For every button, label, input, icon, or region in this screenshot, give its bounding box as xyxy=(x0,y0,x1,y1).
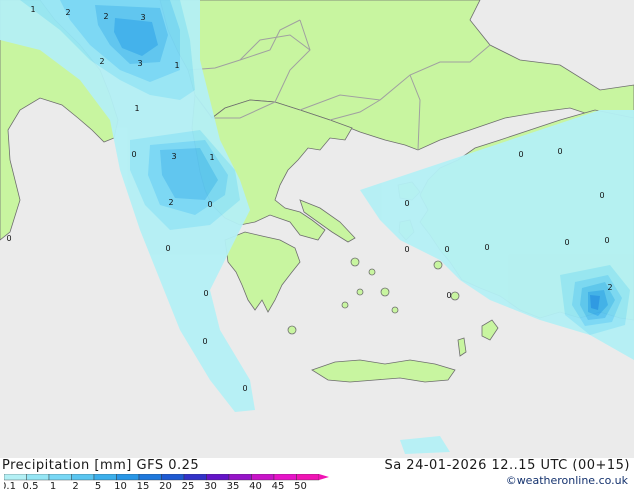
precip-value-label: 2 xyxy=(65,8,70,17)
cyclades-island xyxy=(433,260,443,270)
legend-swatch xyxy=(183,474,207,481)
legend-label: 0.5 xyxy=(23,481,39,490)
legend-label: 45 xyxy=(272,481,285,490)
precip-value-label: 0 xyxy=(6,234,11,243)
legend-swatch xyxy=(26,474,50,481)
precip-value-label: 0 xyxy=(444,245,449,254)
precip-value-label: 0 xyxy=(564,238,569,247)
precip-value-label: 3 xyxy=(171,152,176,161)
legend-swatch xyxy=(206,474,230,481)
valid-time: Sa 24-01-2026 12..15 UTC (00+15) xyxy=(384,458,630,473)
map-title: Precipitation [mm] GFS 0.25 xyxy=(2,458,200,473)
legend-label: 25 xyxy=(182,481,195,490)
legend-swatch xyxy=(93,474,117,481)
cyclades-island xyxy=(368,268,376,276)
precip-value-label: 0 xyxy=(242,384,247,393)
legend-label: 5 xyxy=(95,481,101,490)
legend-swatch xyxy=(161,474,185,481)
legend-label: 50 xyxy=(294,481,307,490)
precip-value-label: 0 xyxy=(599,191,604,200)
legend-label: 15 xyxy=(137,481,150,490)
site-credit[interactable]: ©weatheronline.co.uk xyxy=(506,474,628,487)
cyclades-island xyxy=(380,287,390,297)
precip-value-label: 2 xyxy=(103,12,108,21)
precipitation-map: 1 2 2 3 2 3 1 1 0 3 1 2 0 0 0 0 0 0 0 0 … xyxy=(0,0,634,458)
legend-swatch xyxy=(296,474,320,481)
legend-label: 20 xyxy=(159,481,172,490)
cyclades-island xyxy=(356,288,364,296)
precip-value-label: 2 xyxy=(168,198,173,207)
precip-value-label: 0 xyxy=(203,289,208,298)
legend-swatch xyxy=(48,474,72,481)
precip-value-label: 0 xyxy=(404,245,409,254)
legend-arrow-tip xyxy=(319,474,329,480)
precip-value-label: 0 xyxy=(165,244,170,253)
precip-value-label: 0 xyxy=(131,150,136,159)
precip-value-label: 3 xyxy=(140,13,145,22)
kythira-island xyxy=(287,325,297,335)
precip-value-label: 1 xyxy=(209,153,214,162)
precip-value-label: 2 xyxy=(99,57,104,66)
cyclades-island xyxy=(450,291,460,301)
precip-value-label: 1 xyxy=(174,61,179,70)
legend-swatch xyxy=(251,474,275,481)
precip-value-label: 0 xyxy=(207,200,212,209)
legend-label: 2 xyxy=(72,481,78,490)
legend-swatch xyxy=(116,474,140,481)
footer-bar: Precipitation [mm] GFS 0.25 Sa 24-01-202… xyxy=(0,458,634,490)
precip-value-label: 0 xyxy=(557,147,562,156)
legend-label: 35 xyxy=(227,481,240,490)
precip-value-label: 0 xyxy=(484,243,489,252)
precip-value-label: 2 xyxy=(607,283,612,292)
legend-swatch xyxy=(228,474,252,481)
cyclades-island xyxy=(391,306,399,314)
legend-swatch xyxy=(273,474,297,481)
precip-value-label: 1 xyxy=(134,104,139,113)
legend-swatch xyxy=(4,474,27,481)
precip-value-label: 0 xyxy=(404,199,409,208)
precip-value-label: 0 xyxy=(446,291,451,300)
legend-label: 40 xyxy=(249,481,262,490)
color-scale-legend: 0.10.5125101520253035404550 xyxy=(4,474,329,490)
legend-label: 30 xyxy=(204,481,217,490)
legend-swatch xyxy=(138,474,162,481)
precip-value-label: 0 xyxy=(518,150,523,159)
precip-value-label: 0 xyxy=(604,236,609,245)
cyclades-island xyxy=(341,301,349,309)
legend-label: 1 xyxy=(50,481,56,490)
precip-value-label: 1 xyxy=(30,5,35,14)
legend-label: 10 xyxy=(114,481,127,490)
precip-value-label: 0 xyxy=(202,337,207,346)
legend-label: 0.1 xyxy=(4,481,16,490)
cyclades-island xyxy=(350,257,360,267)
precip-value-label: 3 xyxy=(137,59,142,68)
legend-swatch xyxy=(71,474,95,481)
